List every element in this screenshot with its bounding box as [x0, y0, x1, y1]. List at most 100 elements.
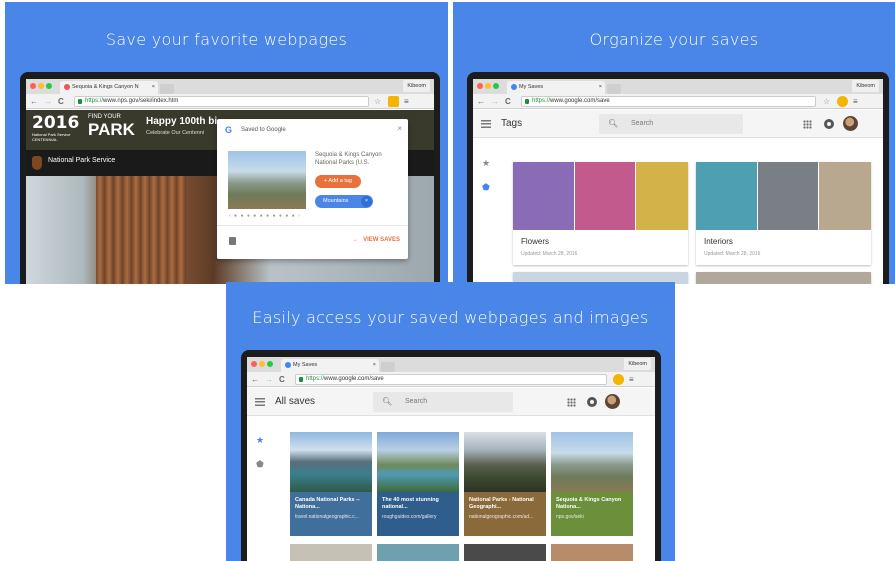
find-your-park-logo[interactable]: FIND YOUR PARK: [88, 114, 135, 139]
celebrate-subtext: Celebrate Our Centenni: [146, 130, 205, 136]
tile-photo: [464, 432, 546, 492]
profile-button[interactable]: Kibeom: [403, 80, 430, 92]
save-extension-icon[interactable]: [613, 374, 624, 385]
tag-card-flowers[interactable]: Flowers Updated: March 28, 2016: [513, 162, 688, 265]
search-input[interactable]: 🔍︎ Search: [599, 114, 743, 134]
trash-icon[interactable]: [229, 237, 236, 245]
saved-page-title: Sequoia & Kings Canyon National Parks (U…: [315, 152, 382, 166]
back-icon[interactable]: ←: [251, 374, 259, 385]
browser-menu-icon[interactable]: ≡: [629, 374, 634, 385]
tag-remove-icon[interactable]: ×: [361, 196, 372, 207]
add-tag-button[interactable]: + Add a tag: [315, 175, 361, 188]
notifications-icon[interactable]: [824, 119, 834, 129]
url-scheme: https://: [306, 376, 325, 382]
reload-icon[interactable]: C: [279, 374, 285, 385]
saved-tile-partial[interactable]: [464, 544, 546, 561]
popup-close-icon[interactable]: ×: [397, 124, 402, 133]
tag-card-interiors[interactable]: Interiors Updated: March 28, 2016: [696, 162, 871, 265]
tab-close-icon[interactable]: ×: [373, 359, 376, 372]
new-tab-button[interactable]: [160, 84, 174, 94]
back-icon[interactable]: ←: [30, 96, 38, 107]
saved-tile-partial[interactable]: [290, 544, 372, 561]
hamburger-menu-icon[interactable]: [255, 398, 265, 406]
saved-tile[interactable]: The 40 most stunning national... roughgu…: [377, 432, 459, 536]
url-scheme: https://: [85, 98, 104, 104]
new-tab-button[interactable]: [381, 362, 395, 372]
tile-photo: [377, 432, 459, 492]
tile-url: roughguides.com/gallery: [382, 514, 437, 520]
lock-icon: [525, 99, 529, 104]
nps-arrowhead-icon[interactable]: [32, 156, 42, 170]
tab-bar: My Saves × Kibeom: [247, 357, 655, 372]
browser-window: Sequoia & Kings Canyon N × Kibeom ← → C …: [26, 79, 434, 284]
address-bar[interactable]: https://www.google.com/save: [521, 96, 816, 107]
tile-url: travel.nationalgeographic.c...: [295, 514, 359, 520]
browser-menu-icon[interactable]: ≡: [404, 96, 409, 107]
hamburger-menu-icon[interactable]: [481, 120, 491, 128]
save-extension-icon[interactable]: [837, 96, 848, 107]
browser-window: My Saves × Kibeom ← → C https://www.goog…: [473, 79, 883, 284]
new-tab-button[interactable]: [607, 84, 621, 94]
saved-status-text: Saved to Google: [241, 127, 286, 133]
saved-tile[interactable]: National Parks - National Geographi... n…: [464, 432, 546, 536]
browser-toolbar: ← → C https://www.google.com/save ☆ ≡: [473, 94, 883, 109]
profile-button[interactable]: Kibeom: [852, 80, 879, 92]
tab-title: My Saves: [293, 362, 318, 368]
tab-bar: Sequoia & Kings Canyon N × Kibeom: [26, 79, 434, 94]
tile-url: nps.gov/seki: [556, 514, 584, 520]
reload-icon[interactable]: C: [58, 96, 64, 107]
tab-close-icon[interactable]: ×: [599, 81, 602, 94]
lock-icon: [78, 99, 82, 104]
bookmark-star-icon[interactable]: ☆: [374, 96, 381, 107]
saved-tile-partial[interactable]: [377, 544, 459, 561]
search-input[interactable]: 🔍︎ Search: [373, 392, 513, 412]
page-thumbnail[interactable]: [228, 151, 306, 209]
address-bar[interactable]: https://www.nps.gov/seki/index.htm: [74, 96, 369, 107]
saved-tile[interactable]: Canada National Parks -- Nationa... trav…: [290, 432, 372, 536]
birthday-headline[interactable]: Happy 100th bi: [146, 116, 217, 127]
app-header: Tags 🔍︎ Search: [473, 110, 883, 138]
saved-tile-partial[interactable]: [551, 544, 633, 561]
browser-toolbar: ← → C https://www.google.com/save ≡: [247, 372, 655, 387]
tag-card-partial[interactable]: [696, 272, 871, 284]
starred-icon[interactable]: ★: [482, 158, 490, 169]
notifications-icon[interactable]: [587, 397, 597, 407]
avatar[interactable]: [843, 116, 858, 131]
address-bar[interactable]: https://www.google.com/save: [295, 374, 607, 385]
centennial-logo[interactable]: 2016 National Park Service CENTENNIAL: [32, 114, 84, 146]
tags-icon[interactable]: ⬟: [256, 459, 264, 470]
browser-tab[interactable]: My Saves ×: [281, 359, 379, 372]
avatar[interactable]: [605, 394, 620, 409]
browser-menu-icon[interactable]: ≡: [853, 96, 858, 107]
browser-tab[interactable]: My Saves ×: [507, 81, 605, 94]
browser-window: My Saves × Kibeom ← → C https://www.goog…: [247, 357, 655, 561]
tile-title: The 40 most stunning national...: [382, 497, 439, 510]
tile-title: Canada National Parks -- Nationa...: [295, 497, 360, 510]
tab-close-icon[interactable]: ×: [152, 81, 155, 94]
forward-icon[interactable]: →: [265, 374, 273, 385]
view-saves-button[interactable]: → VIEW SAVES: [352, 237, 400, 243]
forward-icon[interactable]: →: [491, 96, 499, 107]
tile-title: National Parks - National Geographi...: [469, 497, 534, 510]
profile-button[interactable]: Kibeom: [624, 358, 651, 370]
panel-title: Save your favorite webpages: [105, 30, 348, 49]
tags-icon[interactable]: ⬟: [482, 182, 490, 193]
starred-icon[interactable]: ★: [256, 435, 264, 446]
bookmark-star-icon[interactable]: ☆: [823, 96, 830, 107]
url-path: www.google.com/save: [550, 98, 610, 104]
tile-title: Sequoia & Kings Canyon Nationa...: [556, 497, 622, 510]
back-icon[interactable]: ←: [477, 96, 485, 107]
forward-icon[interactable]: →: [44, 96, 52, 107]
laptop-frame: Sequoia & Kings Canyon N × Kibeom ← → C …: [20, 72, 440, 284]
saved-tile[interactable]: Sequoia & Kings Canyon Nationa... nps.go…: [551, 432, 633, 536]
panel-title: Easily access your saved webpages and im…: [252, 308, 649, 327]
tag-chip-mountains[interactable]: Mountains ×: [315, 195, 373, 208]
browser-tab[interactable]: Sequoia & Kings Canyon N ×: [60, 81, 158, 94]
apps-grid-icon[interactable]: [567, 398, 576, 407]
panel-organize-saves: Organize your saves My Saves × Kibeom ← …: [453, 2, 895, 284]
save-extension-icon[interactable]: [388, 96, 399, 107]
reload-icon[interactable]: C: [505, 96, 511, 107]
thumbnail-pager[interactable]: ‹ ● ● ● ● ● ● ● ● ● ● ›: [229, 213, 301, 219]
nps-label[interactable]: National Park Service: [48, 157, 115, 164]
apps-grid-icon[interactable]: [803, 120, 812, 129]
